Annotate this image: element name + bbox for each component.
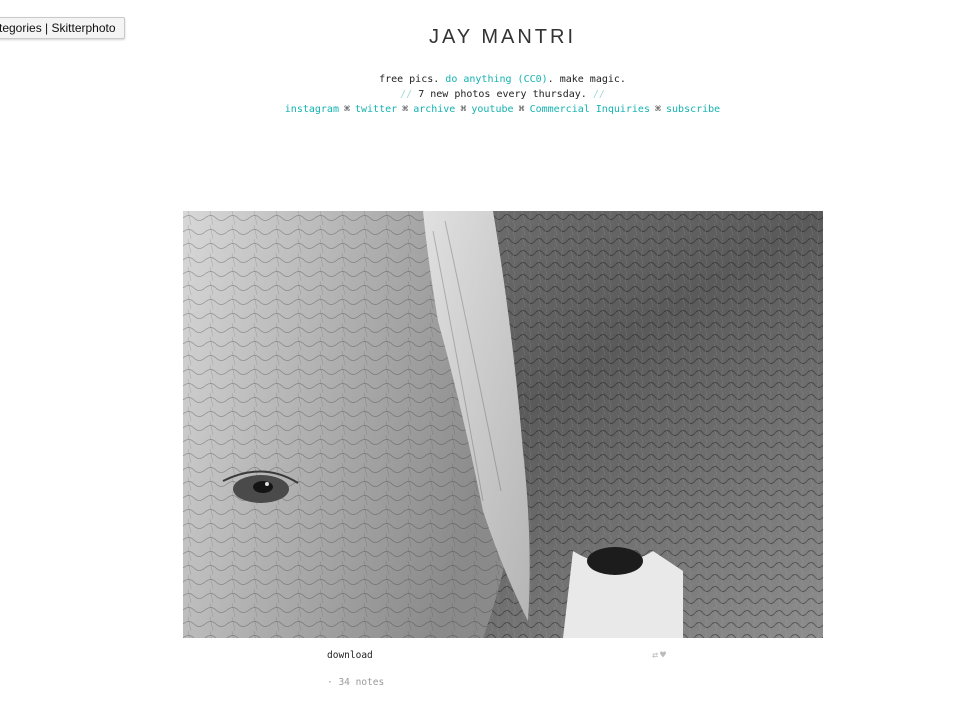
nav-link-instagram[interactable]: instagram xyxy=(285,104,339,115)
post-photo[interactable] xyxy=(183,211,823,638)
schedule-text: 7 new photos every thursday. xyxy=(412,89,593,100)
command-separator-icon: ⌘ xyxy=(343,104,350,115)
slash-close: // xyxy=(592,89,605,100)
tagline-text: free pics. xyxy=(379,74,446,85)
tagline-text-end: . make magic. xyxy=(547,74,626,85)
nav-link-archive[interactable]: archive xyxy=(413,104,455,115)
description-line-1: free pics. do anything (CC0). make magic… xyxy=(0,72,958,87)
command-separator-icon: ⌘ xyxy=(654,104,662,115)
command-separator-icon: ⌘ xyxy=(518,104,525,115)
cc0-link[interactable]: do anything (CC0) xyxy=(445,74,547,85)
site-description: free pics. do anything (CC0). make magic… xyxy=(0,72,958,117)
description-line-2: // 7 new photos every thursday. // xyxy=(0,87,958,102)
post-actions: ⇄♥ xyxy=(652,650,668,661)
notes-count[interactable]: · 34 notes xyxy=(327,677,384,688)
nav-links: instagram ⌘ twitter ⌘ archive ⌘ youtube ⌘ Commer… xyxy=(0,102,958,117)
command-separator-icon: ⌘ xyxy=(460,104,467,115)
nav-link-subscribe[interactable]: subscribe xyxy=(666,104,720,115)
download-link[interactable]: download xyxy=(327,650,373,661)
nav-link-youtube[interactable]: youtube xyxy=(471,104,513,115)
nav-link-twitter[interactable]: twitter xyxy=(355,104,397,115)
elephant-photo-image xyxy=(183,211,823,638)
site-title[interactable]: JAY MANTRI xyxy=(0,26,958,49)
slash-open: // xyxy=(400,89,413,100)
reblog-icon[interactable]: ⇄ xyxy=(652,650,660,661)
nav-link-commercial-inquiries[interactable]: Commercial Inquiries xyxy=(530,104,650,115)
command-separator-icon: ⌘ xyxy=(402,104,409,115)
heart-icon[interactable]: ♥ xyxy=(660,650,668,661)
